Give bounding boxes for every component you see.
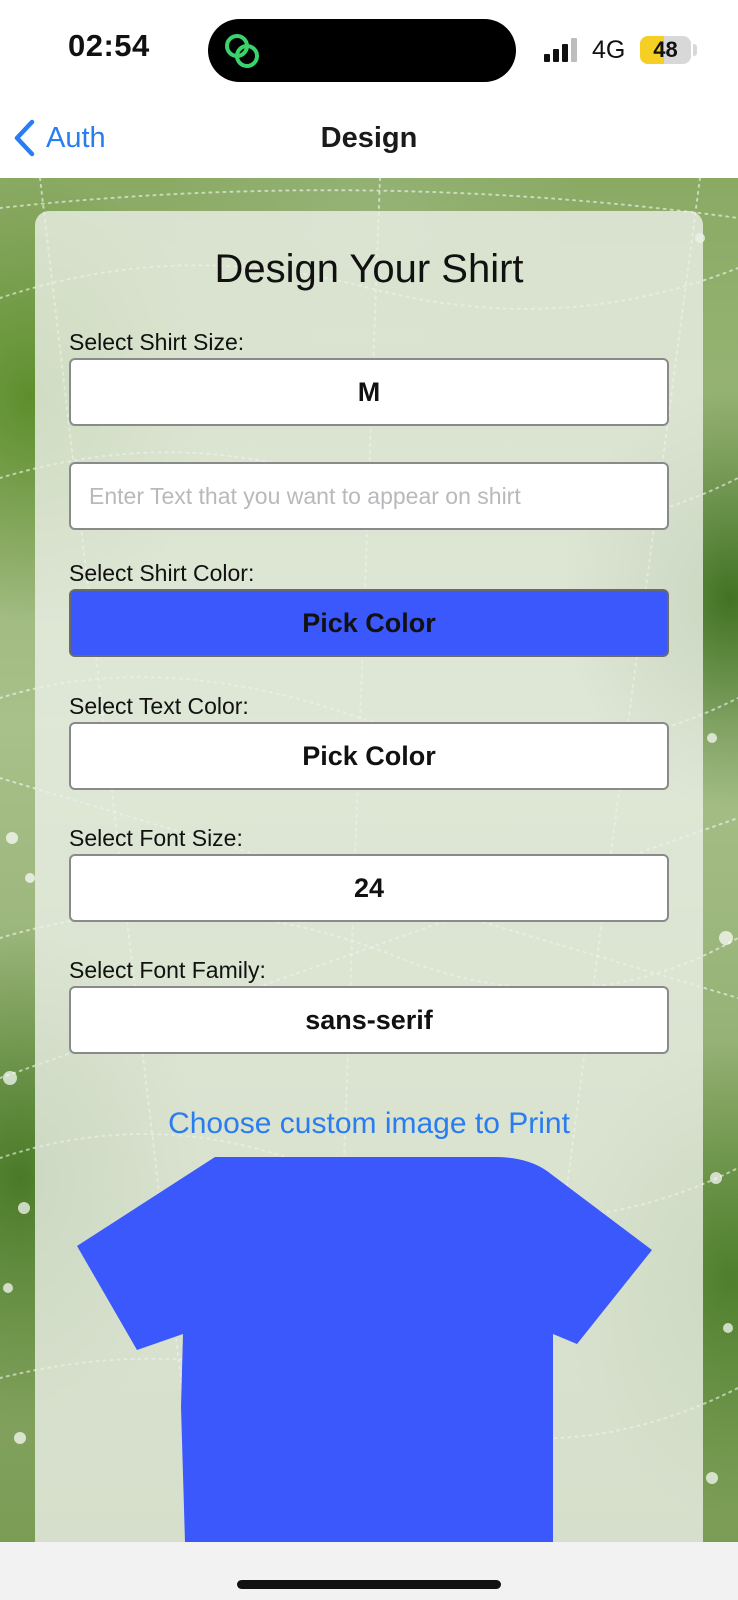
shirt-text-input[interactable]: Enter Text that you want to appear on sh… <box>69 462 669 530</box>
font-family-label: Select Font Family: <box>69 957 266 983</box>
page-title: Design <box>320 122 418 154</box>
font-family-picker[interactable]: sans-serif <box>69 986 669 1054</box>
form-title: Design Your Shirt <box>214 247 524 291</box>
home-indicator[interactable] <box>237 1580 501 1589</box>
shirt-size-label: Select Shirt Size: <box>69 329 245 355</box>
shirt-color-label: Select Shirt Color: <box>69 560 255 586</box>
battery-cap <box>693 44 697 56</box>
choose-custom-image-link[interactable]: Choose custom image to Print <box>35 1107 703 1141</box>
font-size-label: Select Font Size: <box>69 825 243 851</box>
shirt-preview-icon <box>77 1157 652 1542</box>
shirt-color-button[interactable]: Pick Color <box>69 589 669 657</box>
battery-level: 48 <box>653 37 678 62</box>
text-color-label: Select Text Color: <box>69 693 249 719</box>
navigation-bar: Auth Design <box>0 100 738 178</box>
text-color-button[interactable]: Pick Color <box>69 722 669 790</box>
status-bar: 02:54 4G 48 <box>0 0 738 100</box>
network-type: 4G <box>592 36 626 64</box>
dynamic-island <box>208 19 516 82</box>
shirt-size-picker[interactable]: M <box>69 358 669 426</box>
design-form-card: Design Your Shirt Select Shirt Size: M E… <box>35 211 703 1542</box>
font-size-picker[interactable]: 24 <box>69 854 669 922</box>
home-indicator-area <box>0 1542 738 1600</box>
status-time: 02:54 <box>68 28 150 63</box>
chat-link-icon <box>225 34 259 68</box>
cellular-signal-icon <box>544 38 577 62</box>
battery-icon: 48 <box>640 36 691 64</box>
